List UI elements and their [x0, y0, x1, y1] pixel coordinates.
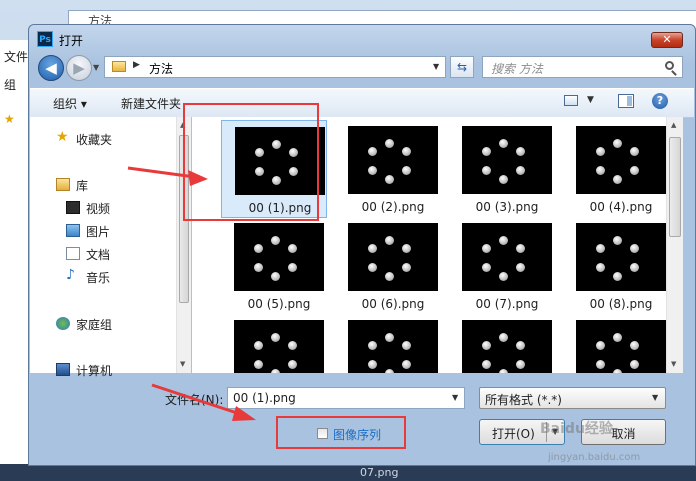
annotation-arrow-to-sequence — [151, 383, 241, 416]
annotation-arrowhead-file — [188, 170, 208, 186]
watermark-url: jingyan.baidu.com — [548, 452, 641, 463]
watermark: Baidu经验 — [540, 421, 613, 437]
annotation-arrows — [127, 166, 256, 421]
annotation-arrowhead-sequence — [232, 406, 256, 421]
annotation-arrow-to-file — [127, 166, 196, 179]
